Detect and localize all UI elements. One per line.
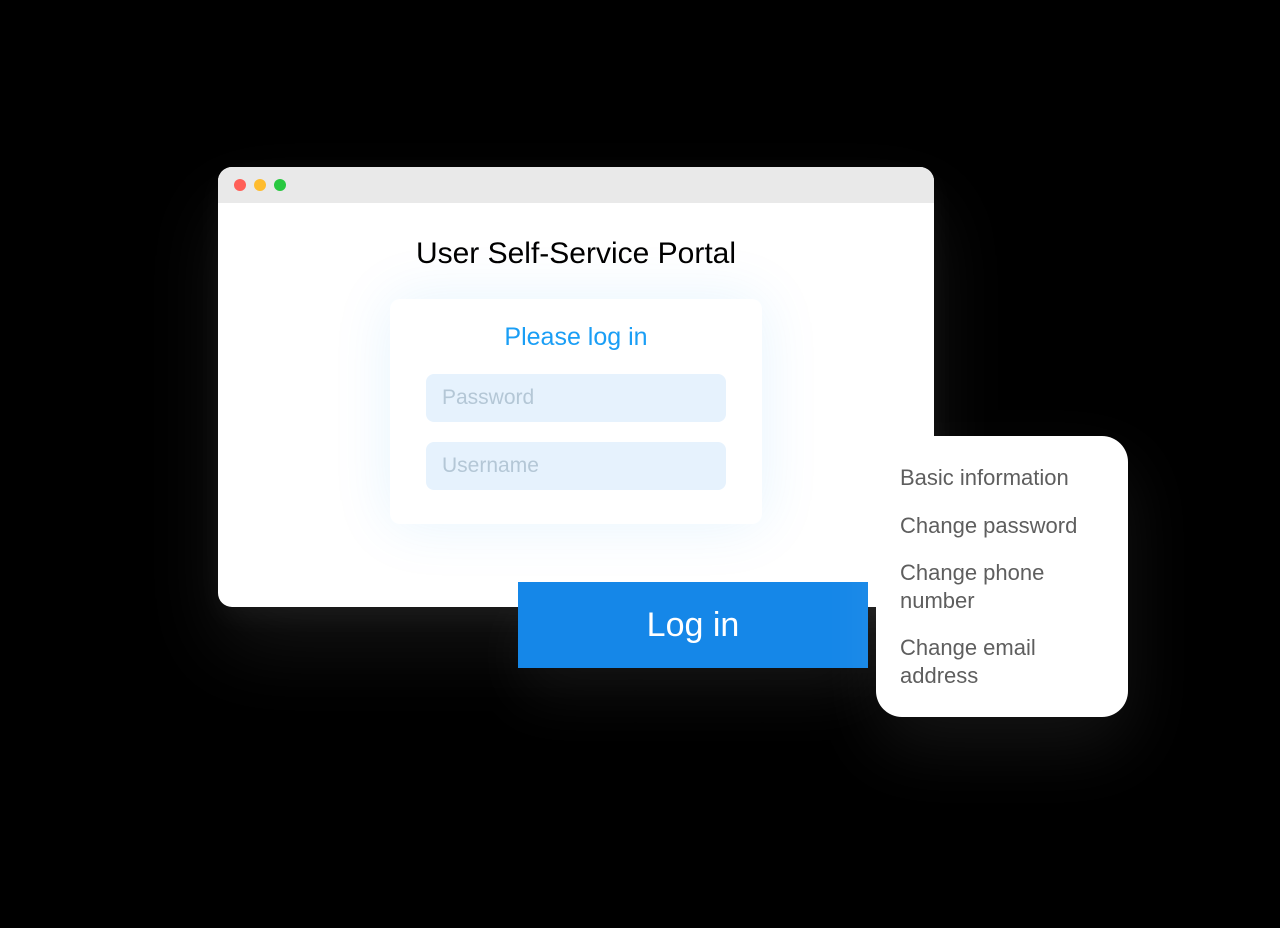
login-button[interactable]: Log in [518, 582, 868, 668]
menu-item-change-password[interactable]: Change password [900, 512, 1104, 540]
login-card: Please log in [390, 299, 762, 524]
page-title: User Self-Service Portal [218, 237, 934, 271]
window-minimize-icon[interactable] [254, 179, 266, 191]
window-maximize-icon[interactable] [274, 179, 286, 191]
options-menu: Basic information Change password Change… [876, 436, 1128, 717]
menu-item-change-email[interactable]: Change email address [900, 634, 1104, 689]
window-close-icon[interactable] [234, 179, 246, 191]
login-heading: Please log in [426, 323, 726, 352]
app-window: User Self-Service Portal Please log in [218, 167, 934, 607]
window-body: User Self-Service Portal Please log in [218, 203, 934, 524]
menu-item-change-phone[interactable]: Change phone number [900, 559, 1104, 614]
username-input[interactable] [426, 442, 726, 490]
menu-item-basic-information[interactable]: Basic information [900, 464, 1104, 492]
window-titlebar [218, 167, 934, 203]
password-input[interactable] [426, 374, 726, 422]
